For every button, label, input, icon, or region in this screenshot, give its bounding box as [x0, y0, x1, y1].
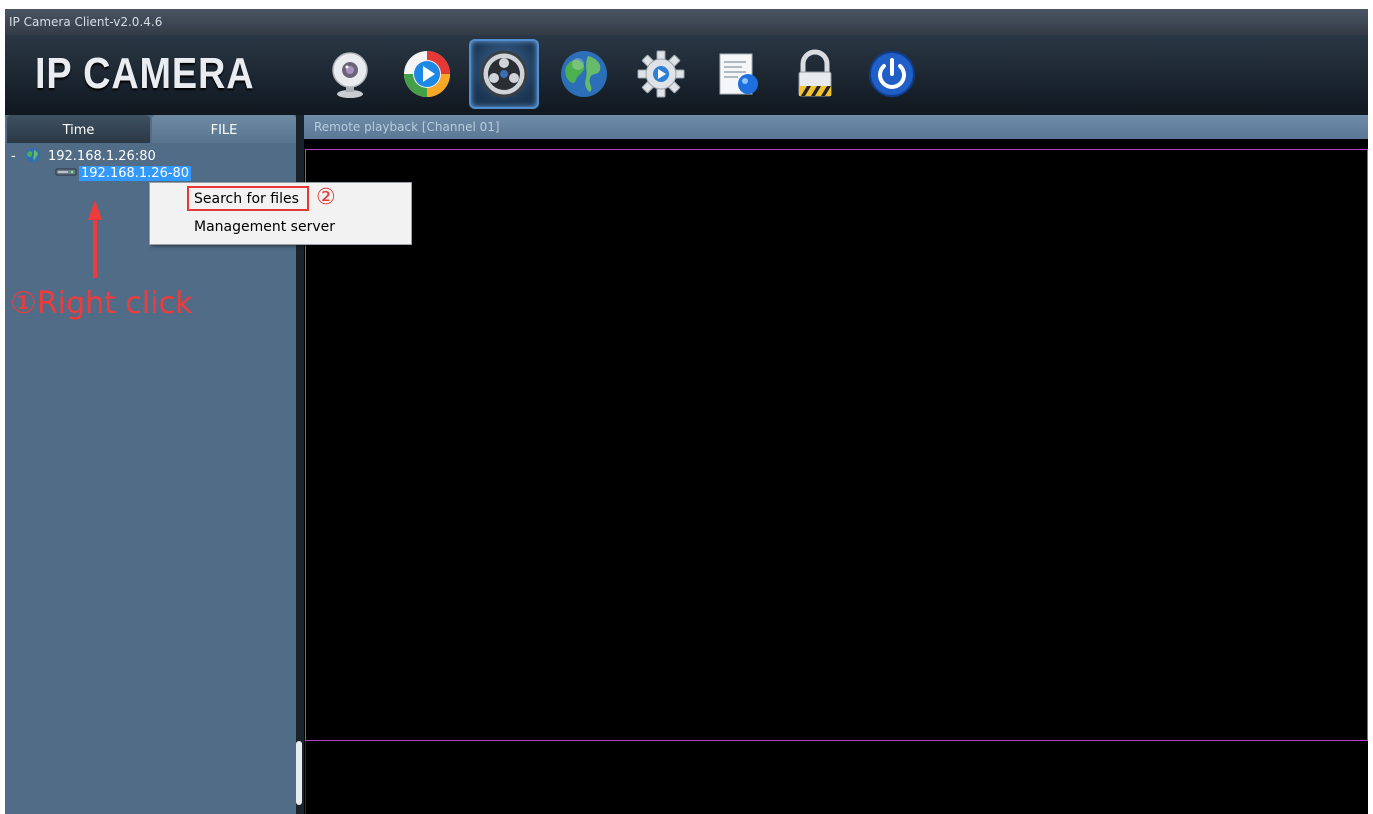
tab-time[interactable]: Time	[7, 115, 150, 143]
window-title: IP Camera Client-v2.0.4.6	[9, 15, 163, 29]
lock-icon	[798, 49, 832, 97]
app-window: IP Camera Client-v2.0.4.6 IP CAMERA Time…	[5, 9, 1368, 814]
playback-area: Remote playback [Channel 01]	[304, 115, 1368, 814]
film-reel-icon	[480, 50, 528, 98]
log-button[interactable]	[703, 39, 773, 109]
globe-icon	[561, 51, 607, 97]
timeline-area[interactable]	[305, 741, 1368, 814]
menu-item-search-for-files[interactable]: Search for files	[194, 189, 299, 209]
tree-node-server[interactable]: - 192.168.1.26:80	[11, 147, 156, 165]
dvr-device-icon	[55, 168, 77, 176]
title-bar: IP Camera Client-v2.0.4.6	[5, 9, 1368, 35]
step-2-annotation: ②	[316, 185, 336, 210]
tree-node-device-label: 192.168.1.26-80	[79, 166, 192, 181]
globe-icon	[25, 148, 40, 162]
exit-button[interactable]	[857, 39, 927, 109]
collapse-toggle[interactable]: -	[11, 149, 16, 164]
video-window[interactable]	[305, 149, 1368, 741]
webcam-icon	[332, 52, 368, 98]
panel-tabs: Time FILE	[5, 115, 296, 143]
app-logo: IP CAMERA	[35, 49, 255, 98]
menu-item-management-server[interactable]: Management server	[194, 217, 335, 237]
gear-icon	[637, 50, 685, 98]
power-icon	[869, 51, 915, 97]
splitter-handle[interactable]	[296, 741, 302, 805]
tree-node-server-label: 192.168.1.26:80	[47, 149, 156, 164]
playback-panel-title: Remote playback [Channel 01]	[304, 115, 1368, 139]
context-menu: Search for files ② Management server	[149, 182, 412, 245]
step-1-annotation: ①Right click	[10, 286, 193, 321]
settings-button[interactable]	[626, 39, 696, 109]
lock-button[interactable]	[780, 39, 850, 109]
tree-node-device[interactable]: 192.168.1.26-80	[55, 165, 192, 183]
remote-playback-button[interactable]	[469, 39, 539, 109]
network-button[interactable]	[549, 39, 619, 109]
annotation-arrow-icon	[88, 200, 102, 278]
tab-file[interactable]: FILE	[152, 115, 296, 143]
log-document-icon	[719, 53, 758, 95]
live-view-button[interactable]	[315, 39, 385, 109]
local-playback-button[interactable]	[392, 39, 462, 109]
header-toolbar: IP CAMERA	[5, 35, 1368, 115]
playback-icon	[404, 51, 450, 97]
